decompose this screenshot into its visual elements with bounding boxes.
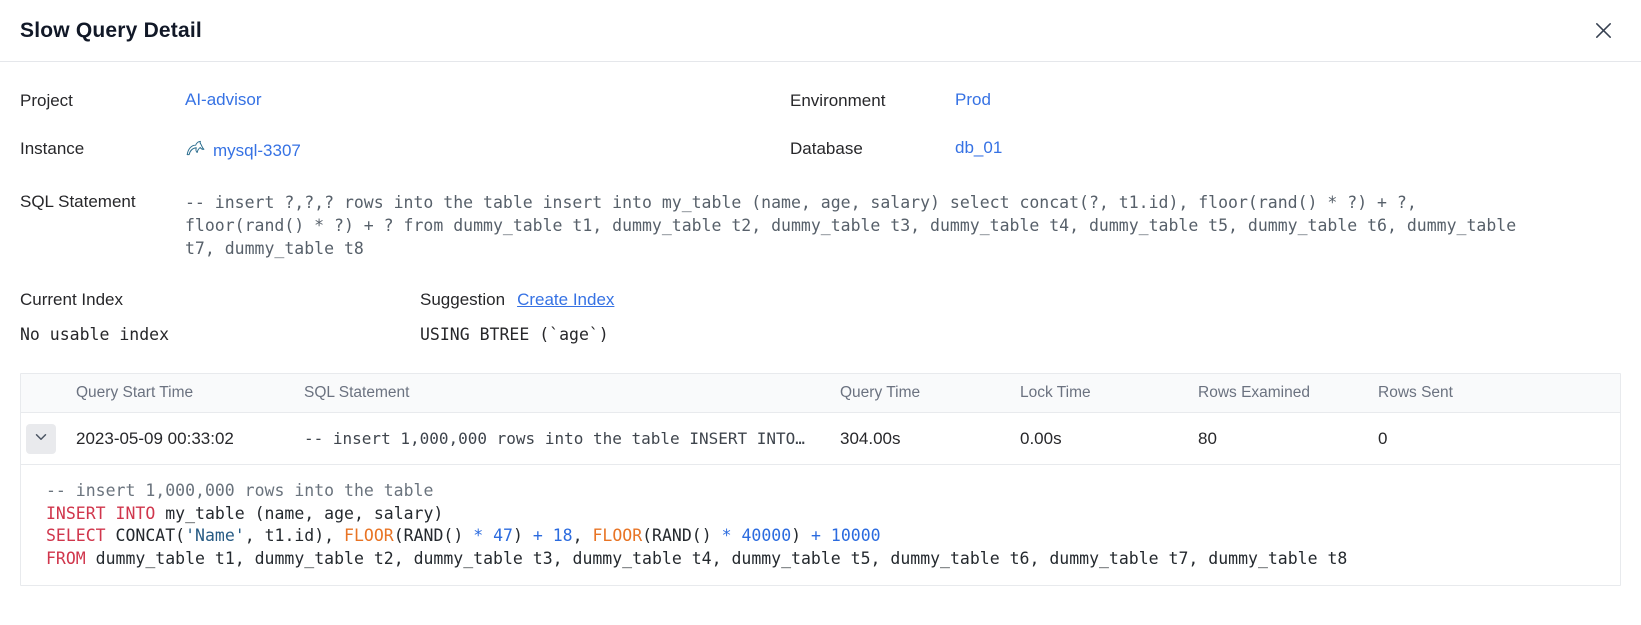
table-row[interactable]: 2023-05-09 00:33:02 -- insert 1,000,000 … xyxy=(21,413,1620,465)
instance-label: Instance xyxy=(20,138,185,159)
database-label: Database xyxy=(790,138,955,159)
column-header-lock-time: Lock Time xyxy=(1020,384,1198,402)
column-header-rows-examined: Rows Examined xyxy=(1198,384,1378,402)
environment-label: Environment xyxy=(790,90,955,111)
column-header-rows-sent: Rows Sent xyxy=(1378,384,1620,402)
column-header-query-time: Query Time xyxy=(840,384,1020,402)
instance-link[interactable]: mysql-3307 xyxy=(213,141,301,161)
cell-rows-sent: 0 xyxy=(1378,429,1620,449)
code-line: -- insert 1,000,000 rows into the table xyxy=(46,480,1618,503)
suggestion-header: Suggestion Create Index xyxy=(420,289,1621,310)
expanded-sql-code: -- insert 1,000,000 rows into the tableI… xyxy=(46,480,1618,570)
cell-sql-statement: -- insert 1,000,000 rows into the table … xyxy=(304,429,840,448)
query-info-section: Project AI-advisor Environment Prod Inst… xyxy=(20,90,1621,260)
cell-query-start-time: 2023-05-09 00:33:02 xyxy=(76,429,304,449)
suggestion-value: USING BTREE (`age`) xyxy=(420,325,1621,344)
expander-cell xyxy=(21,424,76,454)
modal-body: Project AI-advisor Environment Prod Inst… xyxy=(0,62,1641,586)
code-line: SELECT CONCAT('Name', t1.id), FLOOR(RAND… xyxy=(46,525,1618,548)
current-index-label: Current Index xyxy=(20,289,420,310)
project-value: AI-advisor xyxy=(185,90,790,110)
expanded-row: -- insert 1,000,000 rows into the tableI… xyxy=(21,465,1620,585)
database-value: db_01 xyxy=(955,138,1621,158)
cell-rows-examined: 80 xyxy=(1198,429,1378,449)
environment-link[interactable]: Prod xyxy=(955,90,991,109)
sql-statement-label: SQL Statement xyxy=(20,191,185,212)
slow-query-table: Query Start Time SQL Statement Query Tim… xyxy=(20,373,1621,586)
code-line: INSERT INTO my_table (name, age, salary) xyxy=(46,503,1618,526)
suggestion-label: Suggestion xyxy=(420,289,505,310)
page-title: Slow Query Detail xyxy=(20,19,202,43)
slow-query-detail-modal: Slow Query Detail Project AI-advisor Env… xyxy=(0,0,1641,625)
table-header-row: Query Start Time SQL Statement Query Tim… xyxy=(21,374,1620,413)
code-line: FROM dummy_table t1, dummy_table t2, dum… xyxy=(46,548,1618,571)
close-icon xyxy=(1592,30,1615,45)
cell-query-time: 304.00s xyxy=(840,429,1020,449)
cell-lock-time: 0.00s xyxy=(1020,429,1198,449)
chevron-down-icon xyxy=(32,428,50,449)
modal-header: Slow Query Detail xyxy=(0,0,1641,62)
column-header-sql-statement: SQL Statement xyxy=(304,384,840,402)
project-label: Project xyxy=(20,90,185,111)
instance-value: mysql-3307 xyxy=(185,138,790,164)
column-header-query-start-time: Query Start Time xyxy=(76,384,304,402)
index-section: Current Index Suggestion Create Index No… xyxy=(20,289,1621,344)
current-index-value: No usable index xyxy=(20,325,420,344)
create-index-link[interactable]: Create Index xyxy=(517,290,614,310)
mysql-dolphin-icon xyxy=(185,138,206,164)
sql-statement-text: -- insert ?,?,? rows into the table inse… xyxy=(185,191,1531,260)
collapse-row-button[interactable] xyxy=(26,424,56,454)
database-link[interactable]: db_01 xyxy=(955,138,1002,157)
project-link[interactable]: AI-advisor xyxy=(185,90,262,109)
environment-value: Prod xyxy=(955,90,1621,110)
close-button[interactable] xyxy=(1588,15,1619,46)
